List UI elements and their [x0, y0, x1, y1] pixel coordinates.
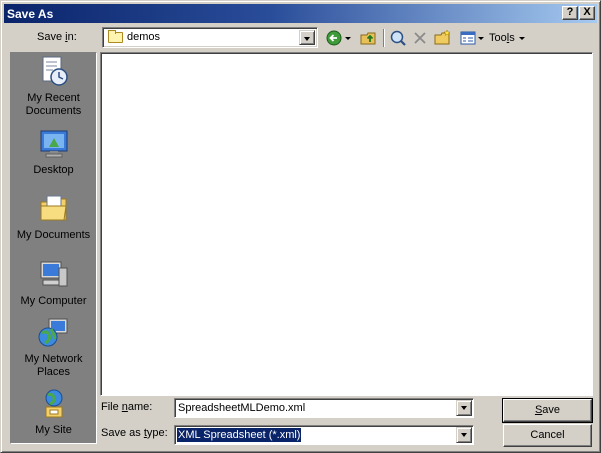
- chevron-down-icon[interactable]: [456, 400, 472, 416]
- save-as-type-label: Save as type:: [101, 427, 168, 439]
- file-name-field[interactable]: SpreadsheetMLDemo.xml: [174, 398, 474, 418]
- save-in-label: Save in:: [37, 31, 77, 43]
- save-in-dropdown[interactable]: demos: [102, 27, 318, 48]
- place-label: My Computer: [20, 295, 87, 307]
- title-bar[interactable]: Save As ? X: [4, 4, 597, 23]
- chevron-down-icon[interactable]: [299, 30, 315, 45]
- save-in-value: demos: [127, 31, 161, 43]
- up-folder-icon: [360, 32, 376, 45]
- place-label: My Site: [35, 424, 72, 436]
- my-computer-icon: [40, 261, 67, 287]
- up-one-level-button[interactable]: [357, 28, 381, 48]
- place-label: My Network Places: [24, 353, 83, 378]
- place-my-site[interactable]: My Site: [11, 387, 96, 437]
- place-my-computer[interactable]: My Computer: [11, 258, 96, 308]
- my-documents-icon: [40, 195, 67, 221]
- save-as-type-dropdown[interactable]: XML Spreadsheet (*.xml): [174, 425, 474, 445]
- new-folder-icon: [434, 29, 451, 45]
- place-my-recent-documents[interactable]: My Recent Documents: [11, 55, 96, 118]
- views-button[interactable]: [456, 28, 488, 48]
- search-web-icon: [390, 30, 406, 46]
- place-label: My Recent Documents: [25, 92, 82, 117]
- places-bar: My Recent Documents Desktop My Documents: [10, 52, 97, 444]
- place-my-network-places[interactable]: My Network Places: [11, 316, 96, 379]
- close-button[interactable]: X: [579, 6, 595, 20]
- views-icon: [460, 31, 484, 45]
- delete-button[interactable]: [410, 28, 430, 48]
- place-my-documents[interactable]: My Documents: [11, 192, 96, 242]
- desktop-icon: [40, 130, 67, 158]
- save-as-dialog: Save As ? X Save in: demos Tools My Rece…: [0, 0, 601, 453]
- save-as-type-value: XML Spreadsheet (*.xml): [175, 427, 303, 443]
- recent-documents-icon: [42, 56, 68, 86]
- window-title: Save As: [7, 7, 54, 21]
- place-desktop[interactable]: Desktop: [11, 127, 96, 177]
- file-list[interactable]: [100, 52, 593, 396]
- network-places-icon: [38, 318, 67, 347]
- place-label: Desktop: [33, 164, 74, 176]
- search-web-button[interactable]: [387, 28, 409, 48]
- cancel-button[interactable]: Cancel: [503, 424, 592, 447]
- toolbar-separator: [383, 29, 385, 47]
- chevron-down-icon[interactable]: [456, 427, 472, 443]
- save-button[interactable]: Save: [502, 398, 593, 423]
- tools-menu[interactable]: Tools: [489, 28, 529, 48]
- my-site-icon: [45, 389, 62, 418]
- file-name-value[interactable]: SpreadsheetMLDemo.xml: [178, 402, 305, 414]
- delete-icon: [414, 32, 426, 44]
- back-icon: [326, 30, 351, 46]
- help-button[interactable]: ?: [562, 6, 578, 20]
- file-name-label: File name:: [101, 401, 153, 413]
- folder-icon: [108, 30, 123, 43]
- place-label: My Documents: [16, 229, 91, 241]
- dropdown-arrow-icon: [518, 36, 525, 40]
- back-button[interactable]: [323, 28, 355, 48]
- tools-menu-label: Tools: [489, 32, 515, 44]
- create-new-folder-button[interactable]: [432, 28, 454, 48]
